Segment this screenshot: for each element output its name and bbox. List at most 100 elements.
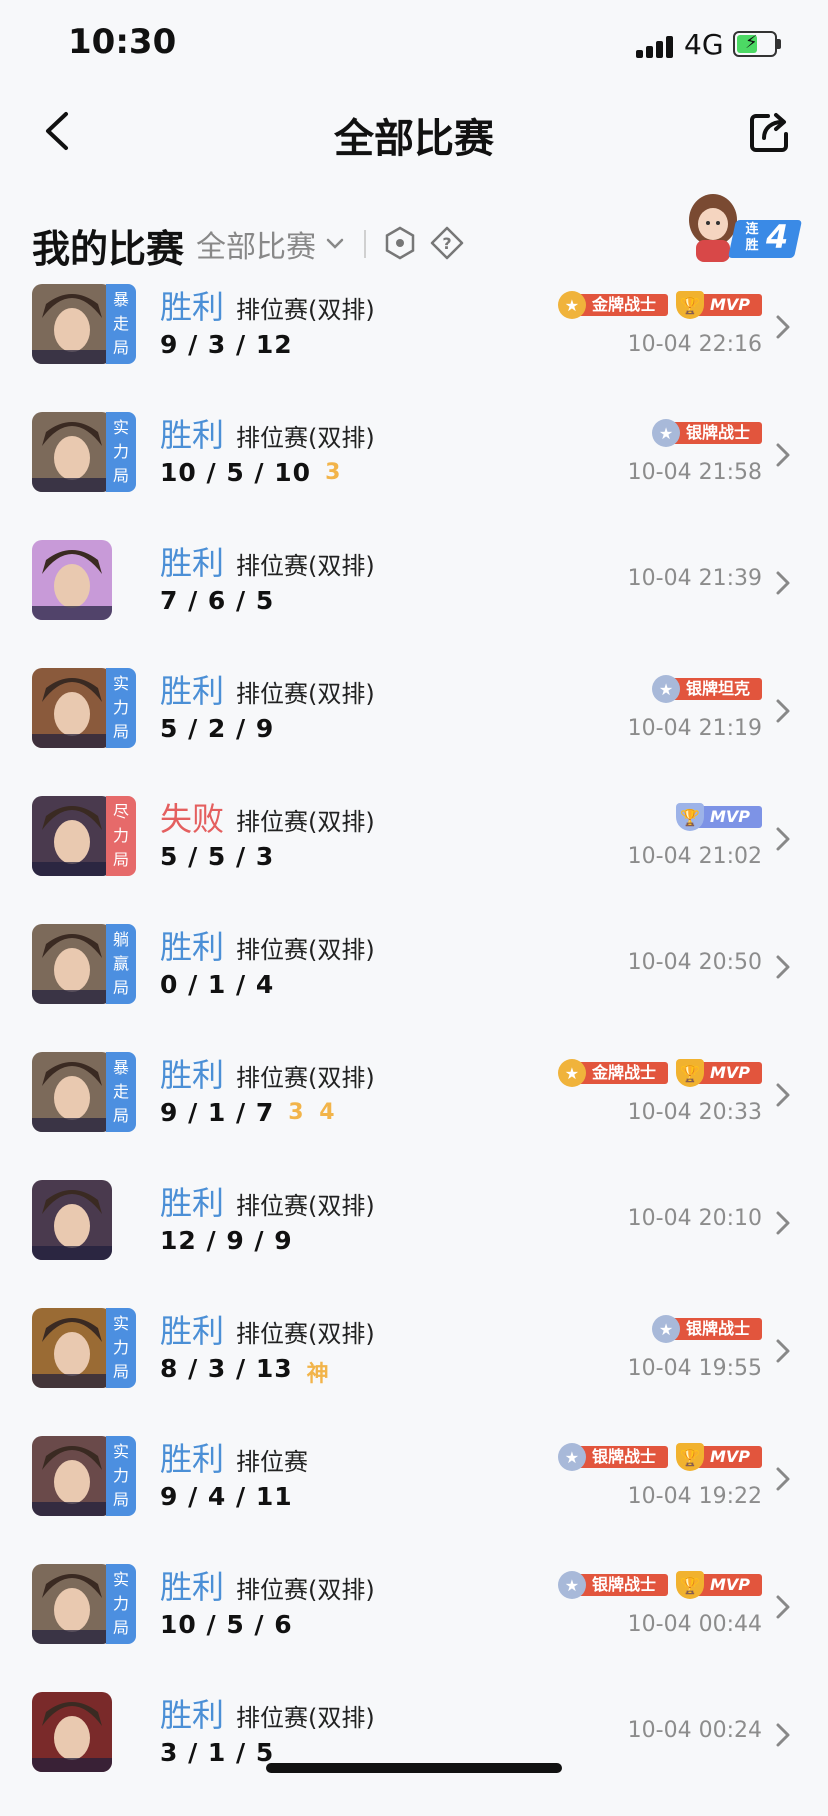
match-row[interactable]: 暴走局胜利 排位赛(双排) 9 / 1 / 73 4 ★ 金牌战士 🏆 MVP 10-04 2… (0, 1048, 828, 1176)
medal-icon: 🏆 (675, 803, 704, 831)
match-mode: 排位赛(双排) (236, 1576, 375, 1604)
match-mode: 排位赛(双排) (236, 1320, 375, 1348)
medal-icon: ★ (557, 1571, 586, 1599)
hero-portrait-icon (32, 540, 112, 620)
signal-icon (636, 34, 676, 58)
badge-gold: ★ 金牌战士 (557, 291, 668, 319)
match-result: 胜利 (160, 1312, 225, 1350)
chevron-right-icon (776, 1211, 790, 1235)
medal-icon: 🏆 (675, 1059, 704, 1087)
match-tag: 暴走局 (106, 1052, 136, 1132)
match-row[interactable]: 实力局胜利 排位赛(双排) 10 / 5 / 6 ★ 银牌战士 🏆 MVP 10-04 00:… (0, 1560, 828, 1688)
medal-icon: ★ (557, 291, 586, 319)
match-tag: 实力局 (106, 1564, 136, 1644)
badge-group: ★ 金牌战士 🏆 MVP (557, 1059, 762, 1088)
badge-mvp-silver: 🏆 MVP (675, 803, 762, 831)
match-row[interactable]: 尽力局失败 排位赛(双排) 5 / 5 / 3 🏆 MVP 10-04 21:02 (0, 792, 828, 920)
network-type: 4G (684, 28, 724, 61)
match-result: 胜利 (160, 1440, 225, 1478)
match-time: 10-04 00:24 (627, 1718, 762, 1743)
kda-score: 0 / 1 / 4 (160, 970, 275, 999)
medal-icon: 🏆 (675, 1443, 704, 1471)
match-row[interactable]: 胜利 排位赛(双排) 12 / 9 / 9 10-04 20:10 (0, 1176, 828, 1304)
match-row[interactable]: 暴走局胜利 排位赛(双排) 9 / 3 / 12 ★ 金牌战士 🏆 MVP 10-04 22:… (0, 280, 828, 408)
match-row[interactable]: 实力局胜利 排位赛(双排) 5 / 2 / 9 ★ 银牌坦克 10-04 21:19 (0, 664, 828, 792)
match-time: 10-04 20:33 (627, 1100, 762, 1125)
hero-portrait-icon (32, 1436, 112, 1516)
match-mode: 排位赛(双排) (236, 424, 375, 452)
match-result: 胜利 (160, 672, 225, 710)
hero-portrait-icon (32, 412, 112, 492)
hero-avatar (32, 1436, 112, 1516)
badge-label: 银牌坦克 (669, 678, 762, 700)
badge-group: ★ 银牌战士 🏆 MVP (557, 1571, 762, 1600)
hero-portrait-icon (32, 1308, 112, 1388)
chevron-right-icon (776, 827, 790, 851)
share-button[interactable] (748, 110, 792, 154)
match-time: 10-04 22:16 (627, 332, 762, 357)
win-streak-badge[interactable]: 连胜 4 (680, 186, 803, 266)
hero-portrait-icon (32, 284, 112, 364)
hexagon-filter-button[interactable] (384, 226, 416, 260)
streak-label: 连胜 (745, 222, 759, 253)
match-tag: 实力局 (106, 412, 136, 492)
match-mode: 排位赛(双排) (236, 1192, 375, 1220)
filter-row: 我的比赛 全部比赛 ? 连胜 4 (0, 186, 828, 276)
match-time: 10-04 20:10 (627, 1206, 762, 1231)
medal-icon: ★ (651, 419, 680, 447)
kda-score: 12 / 9 / 9 (160, 1226, 293, 1255)
match-time: 10-04 00:44 (627, 1612, 762, 1637)
kda-score: 10 / 5 / 6 (160, 1610, 293, 1639)
chevron-right-icon (776, 1083, 790, 1107)
badge-label: MVP (693, 806, 762, 828)
status-time: 10:30 (68, 22, 177, 62)
match-row[interactable]: 实力局胜利 排位赛(双排) 8 / 3 / 13 神 ★ 银牌战士 10-04 19:55 (0, 1304, 828, 1432)
badge-silver: ★ 银牌战士 (651, 419, 762, 447)
badge-silver: ★ 银牌战士 (651, 1315, 762, 1343)
hero-avatar (32, 1308, 112, 1388)
battery-icon: ⚡ (733, 31, 781, 57)
kda-score: 5 / 2 / 9 (160, 714, 275, 743)
match-filter-dropdown[interactable]: 全部比赛 (196, 224, 344, 265)
home-indicator[interactable] (266, 1763, 562, 1773)
chevron-right-icon (776, 443, 790, 467)
kda-score: 9 / 3 / 12 (160, 330, 293, 359)
match-time: 10-04 19:55 (627, 1356, 762, 1381)
match-mode: 排位赛 (236, 1448, 308, 1476)
match-tag: 暴走局 (106, 284, 136, 364)
chevron-right-icon (776, 1467, 790, 1491)
hero-avatar (32, 412, 112, 492)
svg-text:?: ? (442, 234, 451, 253)
match-result: 胜利 (160, 1056, 225, 1094)
match-mode: 排位赛(双排) (236, 936, 375, 964)
medal-icon: 🏆 (675, 291, 704, 319)
match-result: 胜利 (160, 544, 225, 582)
match-row[interactable]: 胜利 排位赛(双排) 7 / 6 / 5 10-04 21:39 (0, 536, 828, 664)
hero-portrait-icon (32, 1180, 112, 1260)
match-mode: 排位赛(双排) (236, 296, 375, 324)
divider (364, 230, 366, 258)
kda-score: 5 / 5 / 3 (160, 842, 275, 871)
chevron-right-icon (776, 571, 790, 595)
match-time: 10-04 21:19 (627, 716, 762, 741)
match-row[interactable]: 躺赢局胜利 排位赛(双排) 0 / 1 / 4 10-04 20:50 (0, 920, 828, 1048)
match-row[interactable]: 实力局胜利 排位赛 9 / 4 / 11 ★ 银牌战士 🏆 MVP 10-04 19:22 (0, 1432, 828, 1560)
match-list: 暴走局胜利 排位赛(双排) 9 / 3 / 12 ★ 金牌战士 🏆 MVP 10-04 22:… (0, 280, 828, 1816)
hero-portrait-icon (32, 1692, 112, 1772)
status-bar: 10:30 4G ⚡ (0, 0, 828, 90)
achievement-marks: 3 4 (288, 1100, 339, 1125)
kda-score: 9 / 4 / 11 (160, 1482, 293, 1511)
badge-gold: ★ 金牌战士 (557, 1059, 668, 1087)
medal-icon: 🏆 (675, 1571, 704, 1599)
help-button[interactable]: ? (430, 226, 464, 260)
match-tag: 尽力局 (106, 796, 136, 876)
badge-group: ★ 银牌战士 (651, 1315, 762, 1344)
badge-group: ★ 金牌战士 🏆 MVP (557, 291, 762, 320)
match-row[interactable]: 胜利 排位赛(双排) 3 / 1 / 5 10-04 00:24 (0, 1688, 828, 1816)
hero-avatar (32, 1564, 112, 1644)
badge-mvp: 🏆 MVP (675, 1443, 762, 1471)
badge-silver: ★ 银牌战士 (557, 1443, 668, 1471)
question-diamond-icon: ? (430, 226, 464, 260)
badge-silver: ★ 银牌战士 (557, 1571, 668, 1599)
match-row[interactable]: 实力局胜利 排位赛(双排) 10 / 5 / 10 3 ★ 银牌战士 10-04 21:58 (0, 408, 828, 536)
